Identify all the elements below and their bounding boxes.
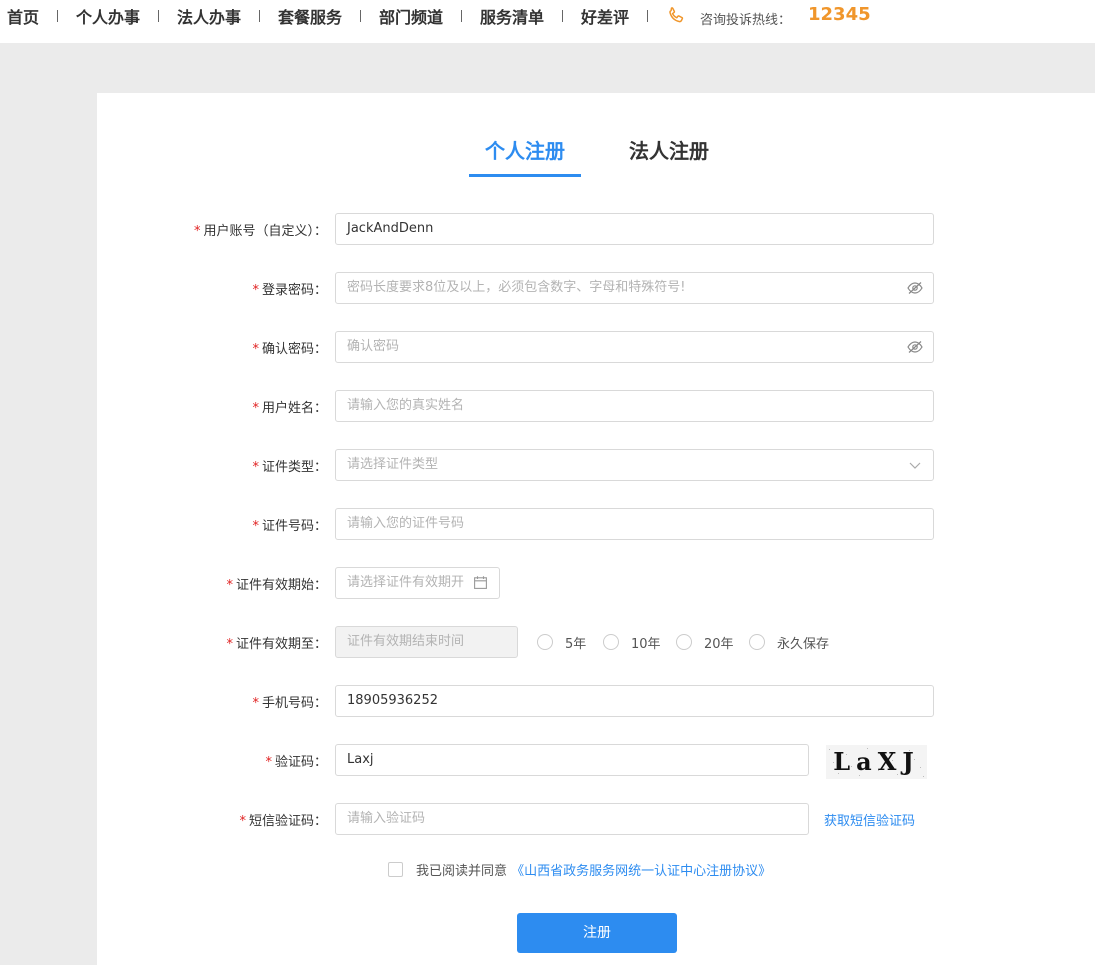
id-type-select[interactable]: 请选择证件类型: [335, 449, 934, 481]
nav-divider: [360, 10, 361, 22]
valid-start-datepicker[interactable]: 请选择证件有效期开: [335, 567, 500, 599]
phone-icon: [669, 7, 684, 23]
nav-home[interactable]: 首页: [7, 4, 39, 28]
nav-package-service[interactable]: 套餐服务: [278, 4, 342, 28]
valid-start-label: * 证件有效期始：: [226, 578, 327, 593]
name-input[interactable]: 请输入您的真实姓名: [335, 390, 934, 422]
nav-divider: [562, 10, 563, 22]
agreement-checkbox[interactable]: [388, 862, 403, 877]
nav-department-channel[interactable]: 部门频道: [379, 4, 443, 28]
confirm-password-label: * 确认密码：: [252, 342, 327, 357]
confirm-password-input[interactable]: 确认密码: [335, 331, 934, 363]
phone-label: * 手机号码：: [252, 696, 327, 711]
nav-divider: [647, 10, 648, 22]
required-mark: *: [252, 696, 259, 711]
required-mark: *: [239, 814, 246, 829]
valid-end-input: 证件有效期结束时间: [335, 626, 518, 658]
password-input[interactable]: 密码长度要求8位及以上，必须包含数字、字母和特殊符号!: [335, 272, 934, 304]
nav-divider: [259, 10, 260, 22]
nav-divider: [57, 10, 58, 22]
nav-divider: [158, 10, 159, 22]
get-sms-code-link[interactable]: 获取短信验证码: [824, 810, 915, 829]
radio-circle[interactable]: [676, 634, 692, 650]
required-mark: *: [193, 224, 201, 239]
phone-input[interactable]: 18905936252: [335, 685, 934, 717]
radio-circle[interactable]: [749, 634, 765, 650]
top-navigation: 首页 个人办事 法人办事 套餐服务 部门频道 服务清单 好差评 咨询投诉热线： …: [0, 0, 1095, 43]
id-type-label: * 证件类型：: [252, 460, 327, 475]
captcha-input[interactable]: Laxj: [335, 744, 809, 776]
required-mark: *: [226, 637, 233, 652]
eye-hidden-icon[interactable]: [907, 340, 923, 354]
tab-personal-registration[interactable]: 个人注册: [485, 135, 565, 164]
valid-end-label: * 证件有效期至：: [226, 637, 327, 652]
radio-circle[interactable]: [603, 634, 619, 650]
active-tab-indicator: [469, 174, 581, 177]
required-mark: *: [265, 755, 272, 770]
calendar-icon: [474, 576, 487, 589]
tab-legal-registration[interactable]: 法人注册: [629, 135, 709, 164]
eye-hidden-icon[interactable]: [907, 281, 923, 295]
name-label: * 用户姓名：: [252, 401, 327, 416]
captcha-image[interactable]: LaXJ: [826, 745, 927, 779]
password-placeholder: 密码长度要求8位及以上，必须包含数字、字母和特殊符号!: [347, 280, 686, 295]
chevron-down-icon: [909, 462, 921, 469]
nav-divider: [461, 10, 462, 22]
account-label: * 用户账号（自定义）：: [193, 224, 327, 239]
valid-start-placeholder: 请选择证件有效期开: [347, 575, 465, 590]
radio-circle[interactable]: [537, 634, 553, 650]
hotline-label: 咨询投诉热线：: [700, 13, 792, 28]
required-mark: *: [252, 401, 259, 416]
nav-service-list[interactable]: 服务清单: [480, 4, 544, 28]
confirm-password-placeholder: 确认密码: [347, 339, 400, 354]
id-number-input[interactable]: 请输入您的证件号码: [335, 508, 934, 540]
sms-code-label: * 短信验证码：: [239, 814, 327, 829]
nav-legal-affairs[interactable]: 法人办事: [177, 4, 241, 28]
captcha-label: * 验证码：: [265, 755, 327, 770]
required-mark: *: [252, 342, 259, 357]
agreement-link[interactable]: 《山西省政务服务网统一认证中心注册协议》: [511, 864, 771, 879]
sms-code-input[interactable]: 请输入验证码: [335, 803, 809, 835]
required-mark: *: [252, 460, 259, 475]
id-number-label: * 证件号码：: [252, 519, 327, 534]
hotline-number: 12345: [808, 4, 871, 25]
required-mark: *: [226, 578, 233, 593]
account-input[interactable]: JackAndDenn: [335, 213, 934, 245]
register-button[interactable]: 注册: [517, 913, 677, 953]
nav-personal-affairs[interactable]: 个人办事: [76, 4, 140, 28]
password-label: * 登录密码：: [252, 283, 327, 298]
agreement-text: 我已阅读并同意 《山西省政务服务网统一认证中心注册协议》: [416, 864, 772, 879]
required-mark: *: [252, 283, 259, 298]
required-mark: *: [252, 519, 259, 534]
nav-evaluation[interactable]: 好差评: [581, 4, 629, 28]
id-type-placeholder: 请选择证件类型: [347, 457, 439, 472]
registration-panel: 个人注册 法人注册 * 用户账号（自定义）： JackAndDenn * 登录密码：…: [97, 93, 1095, 965]
